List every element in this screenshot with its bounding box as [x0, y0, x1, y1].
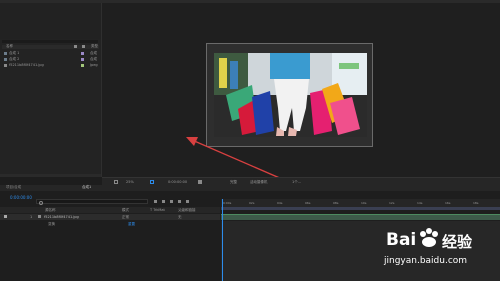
image-file-icon: [4, 64, 7, 67]
timeline-switches: [152, 200, 218, 204]
list-item[interactable]: 合成 2 合成: [2, 57, 99, 62]
visibility-icon[interactable]: [4, 215, 7, 218]
project-header-row: 名称 类型: [2, 44, 99, 49]
composition-icon: [4, 52, 7, 55]
layer-name[interactable]: f5211b8f0f4741.jpg: [44, 215, 79, 220]
timeline-tabbar: 项目/合成 合成1: [0, 185, 500, 191]
column-mode[interactable]: 模式: [122, 208, 129, 213]
frame-blend-icon[interactable]: [170, 200, 173, 203]
label-swatch: [81, 64, 84, 67]
table-row[interactable]: 变换 重置: [0, 221, 220, 227]
camera-icon[interactable]: [198, 180, 202, 184]
search-icon: [39, 201, 43, 205]
tab-comp1[interactable]: 合成1: [82, 185, 91, 190]
watermark-url: jingyan.baidu.com: [384, 256, 468, 266]
layer-mode[interactable]: 正常: [122, 215, 129, 220]
transform-label[interactable]: 变换: [48, 222, 55, 227]
watermark-brand: Bai: [386, 230, 417, 250]
watermark: Bai 经验 jingyan.baidu.com: [382, 224, 498, 274]
column-trkmat[interactable]: T TrkMat: [150, 208, 165, 213]
composition-frame[interactable]: [206, 43, 373, 147]
layer-file-icon: [38, 215, 41, 218]
paw-logo: [420, 228, 438, 247]
shy-icon[interactable]: [162, 200, 165, 203]
label-swatch: [81, 58, 84, 61]
project-panel: 名称 类型 合成 1 合成 合成 2 合成 f5211b8f0f4741.jpg…: [0, 3, 102, 177]
column-name[interactable]: 名称: [6, 44, 13, 49]
work-area-bar[interactable]: [221, 207, 500, 210]
transform-reset[interactable]: 重置: [128, 222, 135, 227]
tag-icon: [74, 45, 77, 48]
column-parent[interactable]: 父级和链接: [178, 208, 196, 213]
motion-blur-icon[interactable]: [178, 200, 181, 203]
timeline-search[interactable]: [36, 199, 148, 205]
panel-title[interactable]: 项目/合成: [6, 185, 21, 190]
layer-index: 1: [30, 215, 33, 219]
shopping-photo: [214, 53, 367, 137]
layer-header: 源名称 模式 T TrkMat 父级和链接: [0, 207, 220, 213]
snapshot-icon[interactable]: [114, 180, 118, 184]
time-ruler[interactable]: 0:00s 02s 04s 06s 08s 10s 12s 14s 16s 18…: [221, 199, 500, 207]
column-source[interactable]: 源名称: [45, 208, 56, 213]
label-icon: [82, 45, 85, 48]
project-search[interactable]: [2, 40, 98, 43]
table-row[interactable]: 1 f5211b8f0f4741.jpg 正常 无: [0, 214, 220, 220]
project-footer: [0, 174, 101, 177]
draft-3d-icon[interactable]: [154, 200, 157, 203]
column-type[interactable]: 类型: [91, 44, 98, 49]
layer-duration-bar[interactable]: [221, 214, 500, 220]
composition-viewer[interactable]: [102, 3, 500, 177]
composition-icon: [4, 58, 7, 61]
project-thumbnail-area: [0, 3, 101, 39]
list-item[interactable]: f5211b8f0f4741.jpg Jpeg: [2, 63, 99, 68]
list-item[interactable]: 合成 1 合成: [2, 51, 99, 56]
playhead[interactable]: [222, 199, 223, 281]
graph-editor-icon[interactable]: [186, 200, 189, 203]
layer-parent[interactable]: 无: [178, 215, 182, 220]
label-swatch: [81, 52, 84, 55]
watermark-brand2: 经验: [442, 233, 473, 251]
grid-icon[interactable]: [150, 180, 154, 184]
current-time[interactable]: 0:00:00:00: [10, 195, 32, 200]
